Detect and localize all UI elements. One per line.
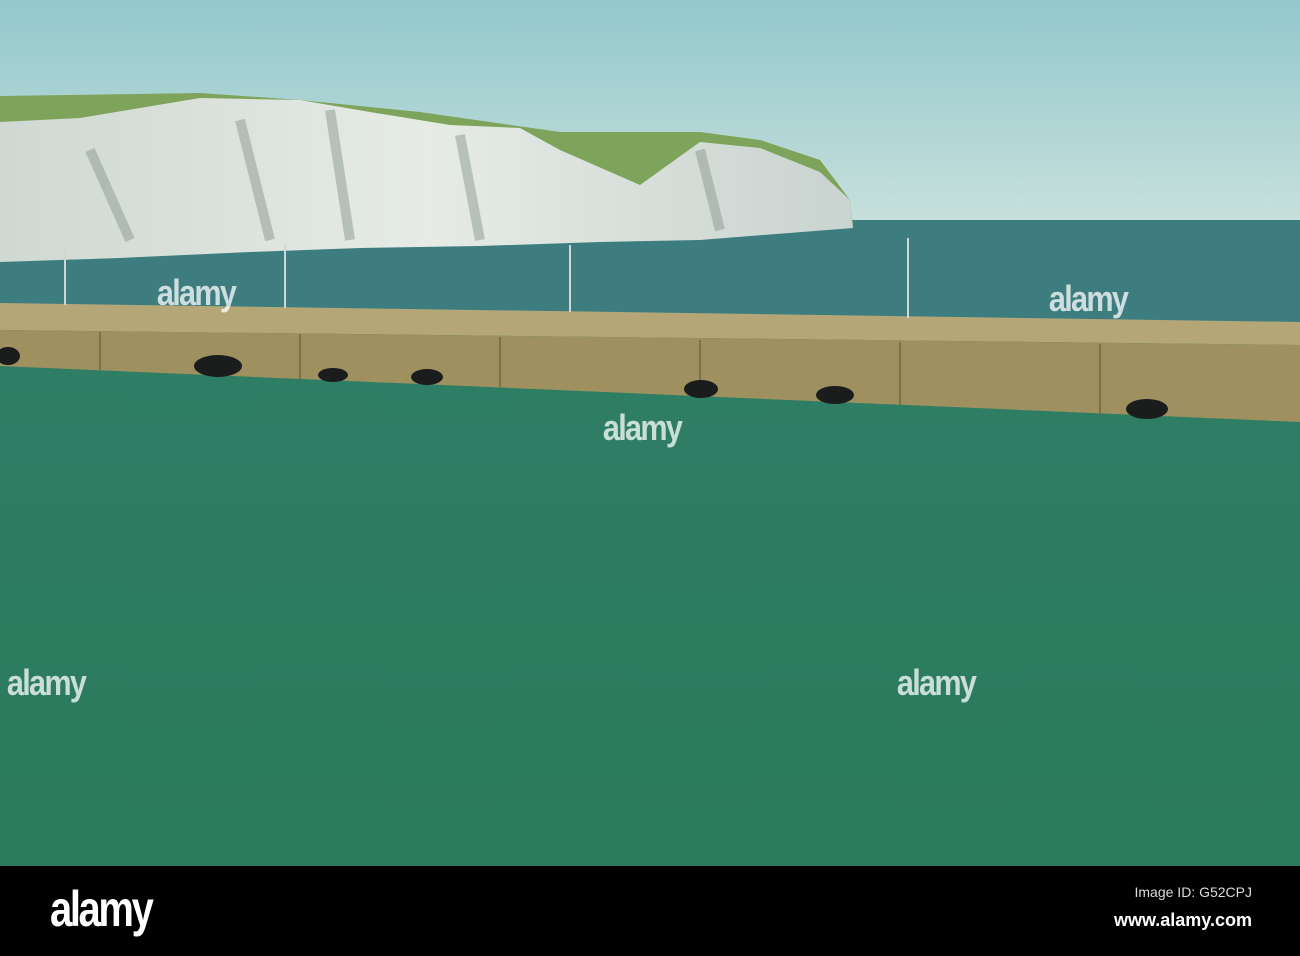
watermark: alamy bbox=[6, 662, 87, 703]
footer-bar: alamy Image ID: G52CPJ www.alamy.com bbox=[0, 866, 1300, 956]
watermark: alamy bbox=[1048, 278, 1129, 319]
watermark: alamy bbox=[156, 272, 237, 313]
alamy-logo: alamy bbox=[50, 881, 154, 937]
photo-frame: alamy alamy alamy alamy alamy alamy Imag… bbox=[0, 0, 1300, 956]
image-id: Image ID: G52CPJ bbox=[1134, 884, 1253, 900]
watermark: alamy bbox=[602, 407, 683, 448]
watermark: alamy bbox=[896, 662, 977, 703]
site-url: www.alamy.com bbox=[1113, 910, 1252, 930]
